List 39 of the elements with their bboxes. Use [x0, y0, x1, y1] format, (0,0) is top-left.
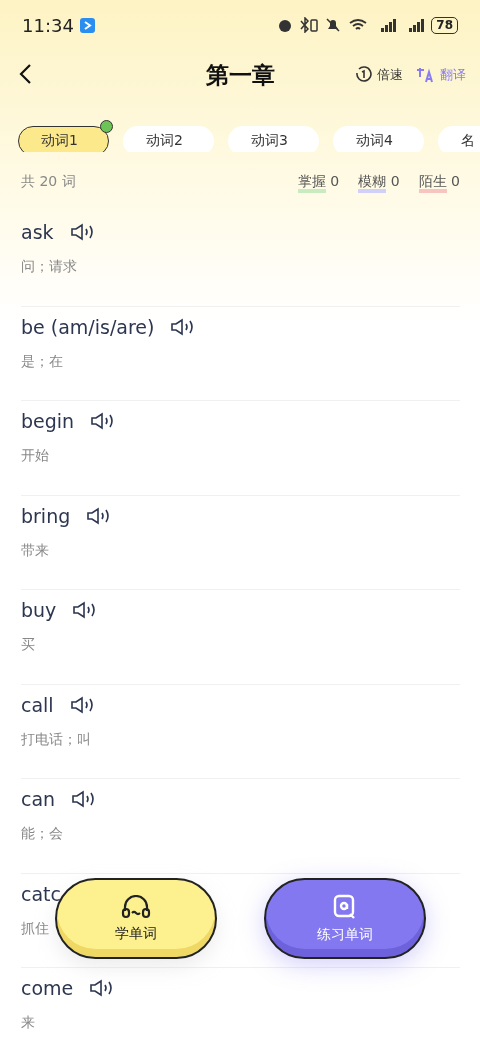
status-count: 陌生 0: [418, 173, 460, 191]
bluetooth-icon: [299, 17, 320, 33]
word-meaning: 打电话；叫: [21, 730, 91, 747]
speaker-icon[interactable]: [69, 223, 96, 241]
speed-button[interactable]: 倍速: [354, 66, 403, 84]
word-meaning: 买: [21, 636, 35, 652]
word-meaning: 能；会: [21, 825, 63, 841]
status-count: 模糊 0: [358, 173, 400, 191]
battery-level: 78: [431, 16, 458, 34]
category-tab[interactable]: 动词3: [228, 126, 319, 152]
english-word: begin: [21, 410, 75, 432]
category-tab[interactable]: 动词2: [123, 126, 214, 152]
timer-icon: [354, 66, 372, 84]
english-word: ask: [21, 221, 54, 243]
english-word: can: [21, 788, 56, 810]
word-meaning: 问；请求: [21, 258, 77, 274]
clock-time: 11:34: [22, 14, 74, 36]
word-meaning: 是；在: [21, 352, 63, 369]
english-word: call: [21, 693, 54, 716]
word-meaning: 抓住: [21, 919, 49, 936]
english-word: bring: [21, 504, 71, 527]
word-meaning: 来: [21, 1014, 35, 1030]
mute-icon: [325, 17, 342, 33]
practice-words-button[interactable]: 练习单词: [264, 878, 426, 959]
status-count: 掌握 0: [297, 173, 340, 191]
category-tab[interactable]: 动词4: [333, 126, 424, 152]
speaker-icon[interactable]: [69, 695, 96, 714]
english-word: be (am/is/are): [21, 315, 155, 338]
category-tab[interactable]: 动词1: [18, 126, 109, 152]
page-title: 第一章: [205, 61, 275, 88]
word-count: 共 20 词: [21, 173, 76, 191]
app-icon: [79, 17, 95, 33]
word-meaning: 带来: [21, 541, 49, 558]
english-word: come: [21, 977, 74, 999]
headphones-icon: [121, 894, 151, 919]
translate-icon: [415, 66, 435, 84]
english-word: buy: [21, 599, 57, 621]
category-tab[interactable]: 名: [438, 126, 480, 152]
word-meaning: 开始: [21, 447, 49, 463]
